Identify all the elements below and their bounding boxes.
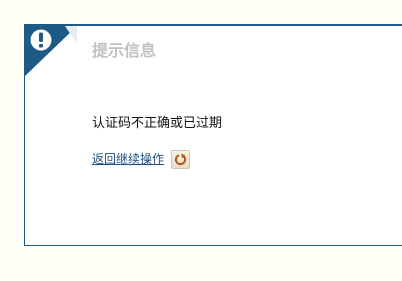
return-row: 返回继续操作 [92, 149, 191, 169]
return-link[interactable]: 返回继续操作 [92, 151, 164, 167]
error-message: 认证码不正确或已过期 [92, 116, 223, 131]
page: 提示信息 认证码不正确或已过期 返回继续操作 [0, 0, 402, 281]
exclamation-icon [25, 26, 77, 76]
dialog-title: 提示信息 [92, 41, 157, 60]
refresh-button[interactable] [171, 149, 191, 169]
corner-badge [25, 26, 77, 76]
message-box: 提示信息 认证码不正确或已过期 返回继续操作 [24, 24, 402, 246]
refresh-icon [174, 153, 187, 165]
